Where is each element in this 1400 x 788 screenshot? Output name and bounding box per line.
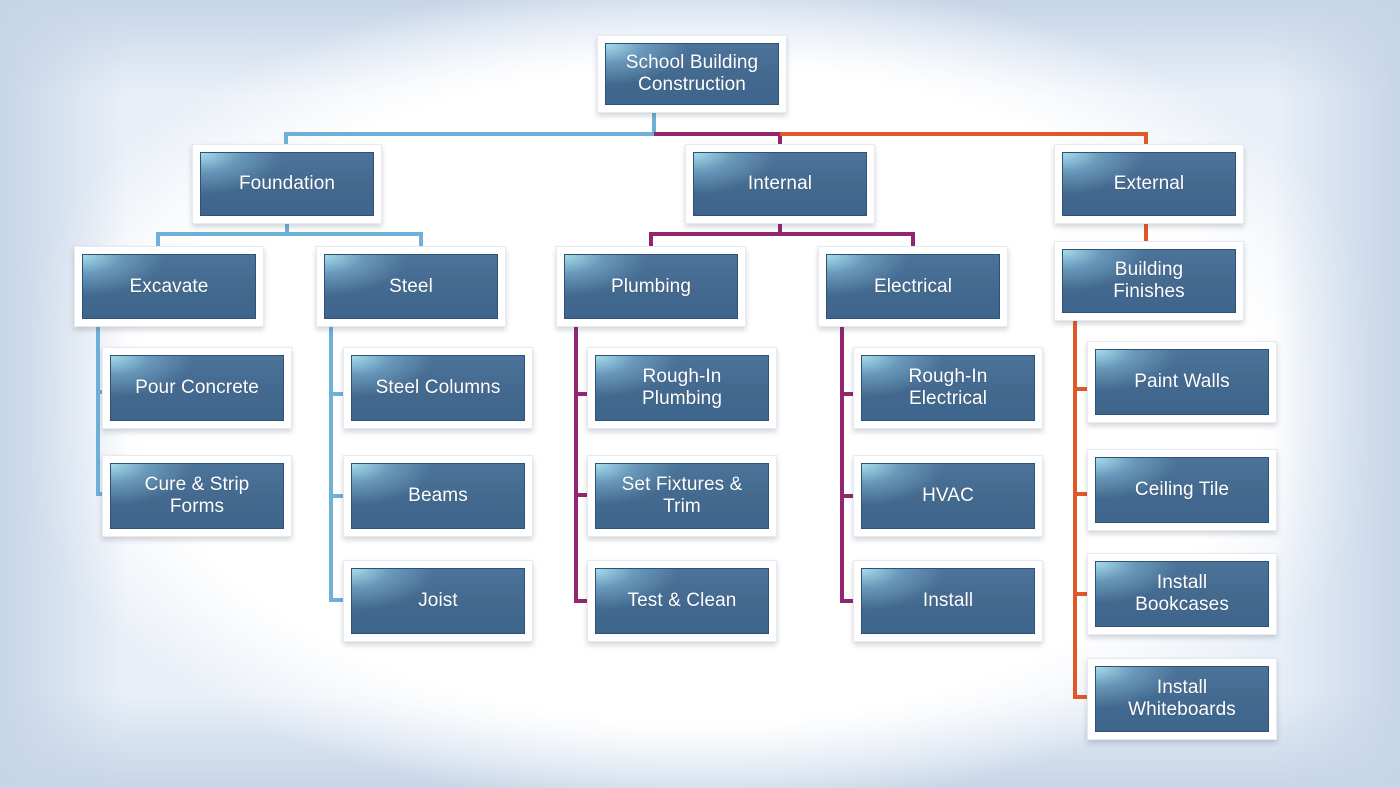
- task-ceiling-tile[interactable]: Ceiling Tile: [1087, 449, 1277, 531]
- task-hvac[interactable]: HVAC: [853, 455, 1043, 537]
- node-building-finishes[interactable]: Building Finishes: [1054, 241, 1244, 321]
- node-steel[interactable]: Steel: [316, 246, 506, 327]
- node-label: Electrical: [873, 275, 953, 297]
- connector-foundation-children: [156, 232, 423, 246]
- connector-root-external: [780, 132, 1148, 144]
- node-label: Building Finishes: [1113, 259, 1185, 302]
- node-label: Internal: [747, 173, 813, 194]
- node-root[interactable]: School Building Construction: [597, 35, 787, 113]
- node-electrical[interactable]: Electrical: [818, 246, 1008, 327]
- task-joist[interactable]: Joist: [343, 560, 533, 642]
- task-paint-walls[interactable]: Paint Walls: [1087, 341, 1277, 423]
- task-pour-concrete[interactable]: Pour Concrete: [102, 347, 292, 429]
- task-label: Beams: [408, 485, 468, 506]
- task-install[interactable]: Install: [853, 560, 1043, 642]
- task-install-whiteboards[interactable]: Install Whiteboards: [1087, 658, 1277, 740]
- node-foundation[interactable]: Foundation: [192, 144, 382, 224]
- task-set-fixtures-trim[interactable]: Set Fixtures & Trim: [587, 455, 777, 537]
- task-label: Install Whiteboards: [1128, 677, 1236, 720]
- task-label: Paint Walls: [1134, 371, 1230, 392]
- connector-root-foundation: [284, 112, 656, 144]
- task-rough-in-plumbing[interactable]: Rough-In Plumbing: [587, 347, 777, 429]
- task-test-clean[interactable]: Test & Clean: [587, 560, 777, 642]
- task-label: Test & Clean: [627, 590, 737, 611]
- task-steel-columns[interactable]: Steel Columns: [343, 347, 533, 429]
- node-label: Excavate: [129, 275, 209, 297]
- node-label: External: [1113, 173, 1185, 194]
- connector-root-internal: [654, 132, 782, 144]
- task-beams[interactable]: Beams: [343, 455, 533, 537]
- task-label: Rough-In Electrical: [908, 366, 988, 409]
- node-external[interactable]: External: [1054, 144, 1244, 224]
- task-label: Pour Concrete: [135, 377, 259, 398]
- node-excavate[interactable]: Excavate: [74, 246, 264, 327]
- task-label: Steel Columns: [375, 377, 501, 398]
- node-internal[interactable]: Internal: [685, 144, 875, 224]
- connector-internal-children: [649, 232, 915, 246]
- node-label: Foundation: [238, 173, 336, 194]
- task-install-bookcases[interactable]: Install Bookcases: [1087, 553, 1277, 635]
- task-label: Joist: [418, 590, 458, 611]
- task-label: Install Bookcases: [1135, 572, 1229, 615]
- task-label: Rough-In Plumbing: [641, 366, 722, 409]
- node-plumbing[interactable]: Plumbing: [556, 246, 746, 327]
- node-label: Steel: [389, 275, 433, 297]
- task-cure-strip-forms[interactable]: Cure & Strip Forms: [102, 455, 292, 537]
- task-rough-in-electrical[interactable]: Rough-In Electrical: [853, 347, 1043, 429]
- task-label: Set Fixtures & Trim: [621, 474, 743, 517]
- task-label: Install: [922, 590, 974, 611]
- task-label: Cure & Strip Forms: [144, 474, 250, 517]
- task-label: Ceiling Tile: [1134, 479, 1230, 500]
- node-label: Plumbing: [610, 275, 691, 297]
- node-label: School Building Construction: [625, 52, 759, 95]
- task-label: HVAC: [922, 485, 974, 506]
